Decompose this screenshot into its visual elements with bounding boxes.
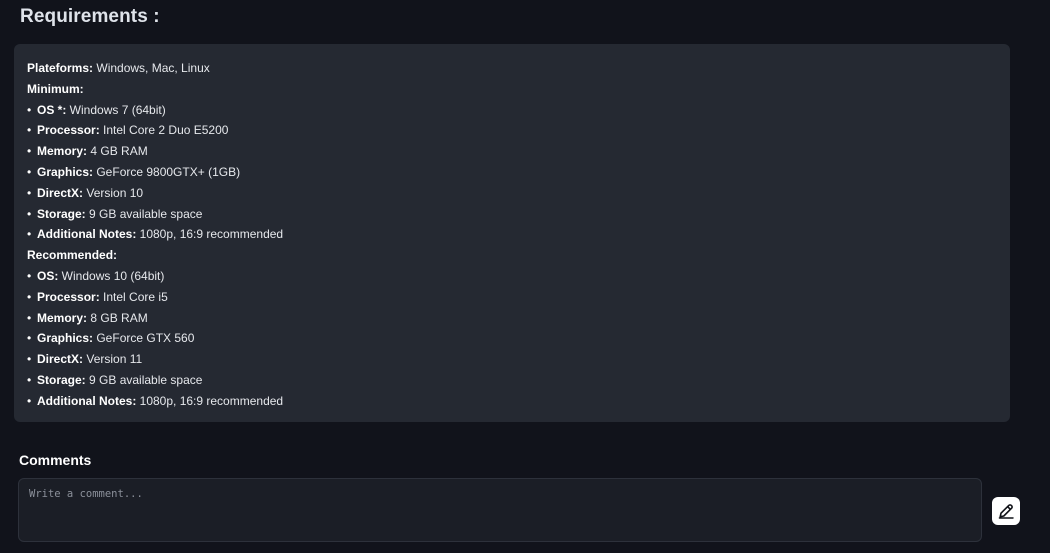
item-key: Storage: bbox=[37, 372, 86, 387]
item-value: Version 10 bbox=[83, 185, 144, 200]
list-item: • DirectX: Version 10 bbox=[27, 185, 144, 200]
item-value: 9 GB available space bbox=[85, 206, 203, 221]
page-title: Requirements : bbox=[20, 6, 160, 27]
page: Requirements : Plateforms: Windows, Mac,… bbox=[0, 0, 1050, 553]
list-item: • Graphics: GeForce 9800GTX+ (1GB) bbox=[27, 164, 241, 179]
list-item: • OS: Windows 10 (64bit) bbox=[27, 268, 165, 283]
item-value: GeForce 9800GTX+ (1GB) bbox=[93, 164, 241, 179]
item-value: GeForce GTX 560 bbox=[93, 331, 195, 346]
item-key: DirectX: bbox=[37, 352, 84, 367]
pencil-icon bbox=[998, 504, 1014, 519]
item-key: Additional Notes: bbox=[37, 393, 137, 408]
list-item: • Storage: 9 GB available space bbox=[27, 372, 203, 387]
minimum-heading: Minimum: bbox=[27, 81, 84, 96]
item-key: Graphics: bbox=[37, 331, 94, 346]
list-item: • Processor: Intel Core i5 bbox=[27, 289, 168, 304]
item-value: Windows 7 (64bit) bbox=[66, 102, 166, 117]
item-key: Additional Notes: bbox=[37, 227, 137, 242]
minimum-list: • OS *: Windows 7 (64bit) • Processor: Int… bbox=[27, 100, 997, 246]
recommended-list: • OS: Windows 10 (64bit) • Processor: Inte… bbox=[27, 266, 997, 412]
list-item: • Memory: 4 GB RAM bbox=[27, 144, 148, 159]
item-value: Intel Core 2 Duo E5200 bbox=[99, 123, 229, 138]
submit-comment-button[interactable] bbox=[992, 497, 1020, 525]
list-item: • Memory: 8 GB RAM bbox=[27, 310, 148, 325]
platforms-key: Plateforms: bbox=[27, 61, 94, 75]
item-value: 8 GB RAM bbox=[87, 310, 148, 325]
item-value: Windows 10 (64bit) bbox=[58, 268, 165, 283]
item-key: OS: bbox=[37, 268, 59, 283]
platforms-line: Plateforms: Windows, Mac, Linux bbox=[27, 58, 997, 79]
list-item: • DirectX: Version 11 bbox=[27, 352, 143, 367]
list-item: • OS *: Windows 7 (64bit) bbox=[27, 102, 166, 117]
item-key: Processor: bbox=[37, 123, 100, 138]
list-item: • Additional Notes: 1080p, 16:9 recommend… bbox=[27, 227, 284, 242]
list-item: • Storage: 9 GB available space bbox=[27, 206, 203, 221]
item-key: Processor: bbox=[37, 289, 100, 304]
item-value: 1080p, 16:9 recommended bbox=[136, 227, 284, 242]
item-value: Intel Core i5 bbox=[99, 289, 168, 304]
comments-title: Comments bbox=[19, 452, 92, 468]
list-item: • Graphics: GeForce GTX 560 bbox=[27, 331, 195, 346]
item-key: Memory: bbox=[37, 144, 88, 159]
comment-input[interactable] bbox=[18, 478, 982, 542]
item-value: 1080p, 16:9 recommended bbox=[136, 393, 284, 408]
list-item: • Processor: Intel Core 2 Duo E5200 bbox=[27, 123, 229, 138]
item-key: OS *: bbox=[37, 102, 67, 117]
item-key: DirectX: bbox=[37, 185, 84, 200]
item-key: Graphics: bbox=[37, 164, 94, 179]
recommended-heading: Recommended: bbox=[27, 248, 118, 263]
item-value: Version 11 bbox=[83, 352, 143, 367]
requirements-card: Plateforms: Windows, Mac, Linux Minimum:… bbox=[14, 44, 1010, 422]
list-item: • Additional Notes: 1080p, 16:9 recommend… bbox=[27, 393, 284, 408]
item-key: Memory: bbox=[37, 310, 88, 325]
platforms-value: Windows, Mac, Linux bbox=[93, 61, 210, 75]
item-value: 4 GB RAM bbox=[87, 144, 148, 159]
item-key: Storage: bbox=[37, 206, 86, 221]
item-value: 9 GB available space bbox=[85, 372, 203, 387]
